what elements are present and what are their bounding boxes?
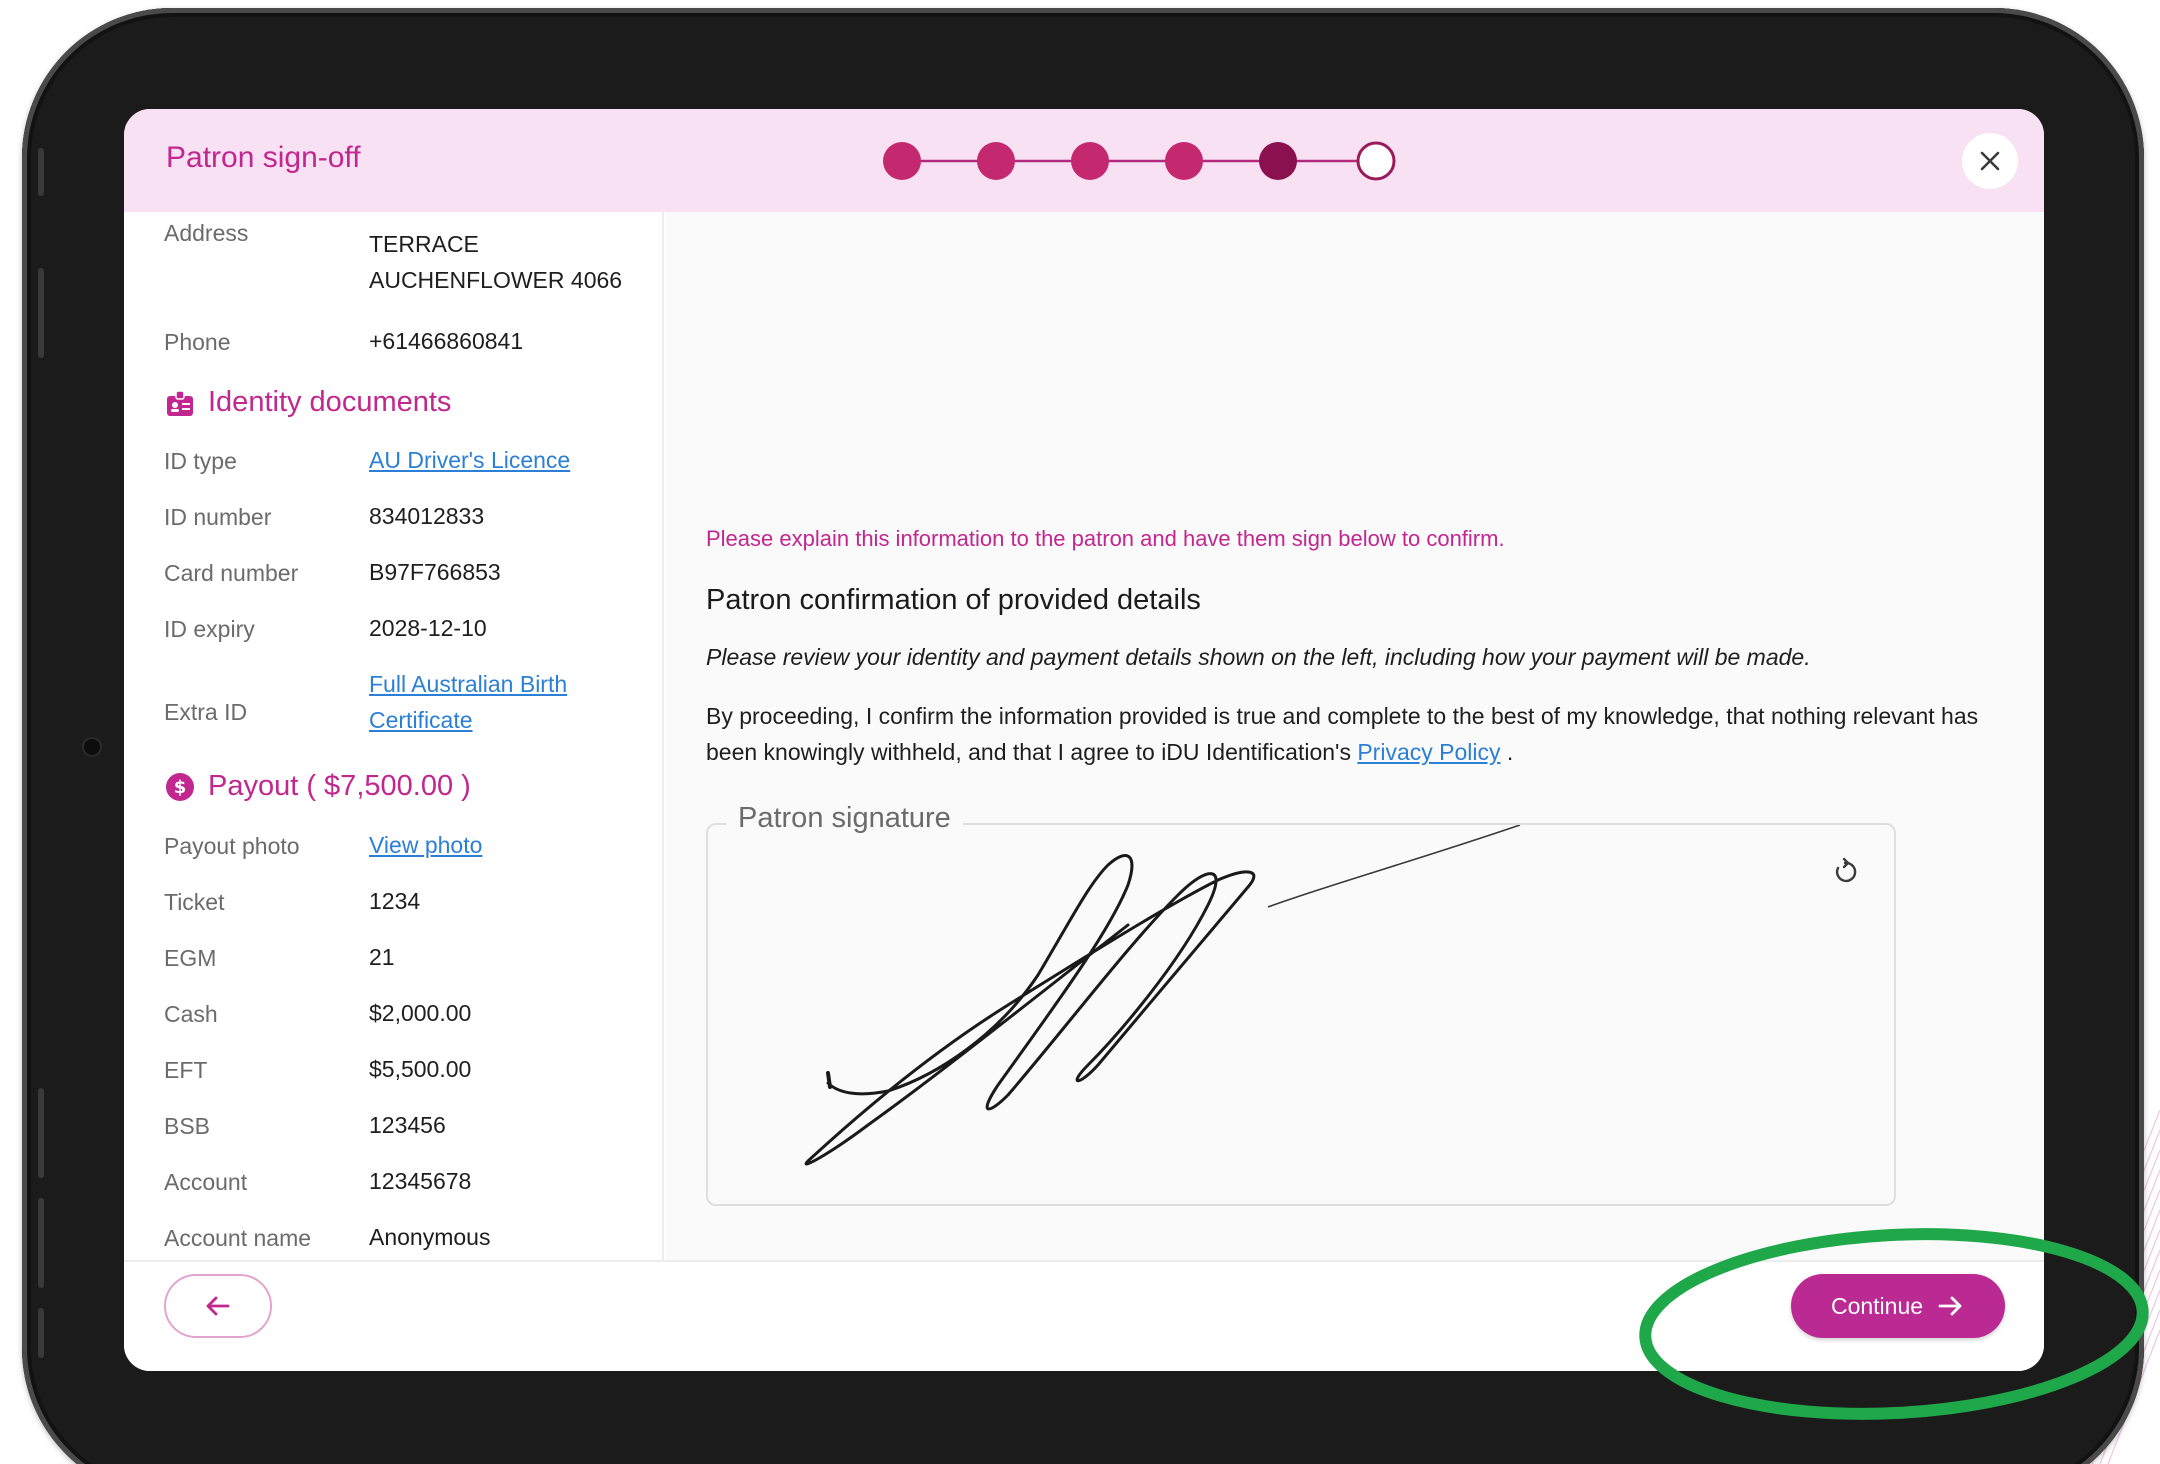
back-button[interactable] [164,1274,272,1338]
ticket-value: 1234 [369,888,421,914]
identity-section-title: Identity documents [208,386,452,418]
dialog-title: Patron sign-off [166,141,361,174]
dialog-header: Patron sign-off [124,109,2044,212]
stage: Patron sign-off Address TERRACE AUCHENFL… [0,0,2160,1464]
arrow-left-icon [206,1296,230,1316]
arrow-right-icon [1938,1296,1962,1316]
dollar-circle-icon: $ [164,771,196,803]
step-3 [1071,142,1109,180]
step-4 [1165,142,1203,180]
screen: Patron sign-off Address TERRACE AUCHENFL… [124,109,2044,1371]
id-type-link[interactable]: AU Driver's Licence [369,442,649,478]
confirmation-heading: Patron confirmation of provided details [706,584,1201,616]
signature-drawing [804,825,1521,1166]
id-badge-icon [164,387,196,419]
payout-section-title: Payout ( $7,500.00 ) [208,770,471,802]
id-number-value: 834012833 [369,503,485,529]
account-label: Account [164,1169,248,1195]
extra-id-line-1: Full Australian Birth [369,671,568,697]
identity-section-heading: Identity documents [164,386,451,419]
id-expiry-value: 2028-12-10 [369,615,487,641]
eft-label: EFT [164,1057,208,1083]
step-5-current [1259,142,1297,180]
progress-stepper [883,141,1396,181]
card-number-label: Card number [164,560,299,586]
account-name-label: Account name [164,1225,312,1251]
details-panel: Address TERRACE AUCHENFLOWER 4066 Phone … [124,212,664,1260]
reset-signature-button[interactable] [1825,852,1865,892]
dialog-footer: Continue [124,1260,2044,1371]
address-line-2: AUCHENFLOWER 4066 [369,267,623,293]
step-2 [977,142,1015,180]
tablet-side-button [38,1088,44,1178]
phone-value: +61466860841 [369,328,524,354]
view-photo-link[interactable]: View photo [369,827,649,863]
phone-row: Phone +61466860841 [164,328,644,365]
tablet-side-button [38,268,44,358]
address-line-1: TERRACE [369,231,479,257]
card-number-value: B97F766853 [369,559,501,585]
phone-label: Phone [164,329,231,355]
payout-photo-label: Payout photo [164,833,300,859]
close-button[interactable] [1962,133,2018,189]
svg-text:$: $ [174,777,187,798]
privacy-policy-link[interactable]: Privacy Policy [1357,739,1500,765]
step-6 [1356,141,1396,181]
account-value: 12345678 [369,1168,472,1194]
signoff-panel: Please explain this information to the p… [666,212,2044,1260]
reset-icon [1835,857,1857,883]
tablet-side-button [38,1308,44,1358]
signature-label: Patron signature [726,802,963,835]
consent-body: By proceeding, I confirm the information… [706,703,1979,765]
address-value: TERRACE AUCHENFLOWER 4066 [369,226,649,298]
camera [84,739,100,755]
consent-end: . [1506,739,1514,765]
tablet-side-button [38,1198,44,1288]
continue-button[interactable]: Continue [1791,1274,2005,1338]
extra-id-row: Extra ID Full Australian Birth Certifica… [164,671,644,752]
tablet-side-button [38,148,44,196]
continue-label: Continue [1830,1292,1924,1319]
instruction-text: Please explain this information to the p… [706,526,1505,551]
extra-id-line-2: Certificate [369,707,473,733]
extra-id-label: Extra ID [164,699,248,725]
id-number-label: ID number [164,504,272,530]
cash-label: Cash [164,1001,218,1027]
id-type-label: ID type [164,448,237,474]
bsb-value: 123456 [369,1112,446,1138]
extra-id-link[interactable]: Full Australian Birth Certificate [369,666,649,738]
step-1 [883,142,921,180]
address-label: Address [164,220,249,246]
consent-text: By proceeding, I confirm the information… [706,698,2006,770]
review-note: Please review your identity and payment … [706,644,1811,670]
id-expiry-label: ID expiry [164,616,255,642]
egm-label: EGM [164,945,217,971]
ticket-label: Ticket [164,889,225,915]
account-name-value: Anonymous [369,1224,491,1250]
bsb-label: BSB [164,1113,211,1139]
payout-section-heading: $ Payout ( $7,500.00 ) [164,770,471,803]
egm-value: 21 [369,944,395,970]
cash-value: $2,000.00 [369,1000,472,1026]
address-row: Address TERRACE AUCHENFLOWER 4066 [164,220,644,310]
close-icon [1980,151,2000,171]
eft-value: $5,500.00 [369,1056,472,1082]
